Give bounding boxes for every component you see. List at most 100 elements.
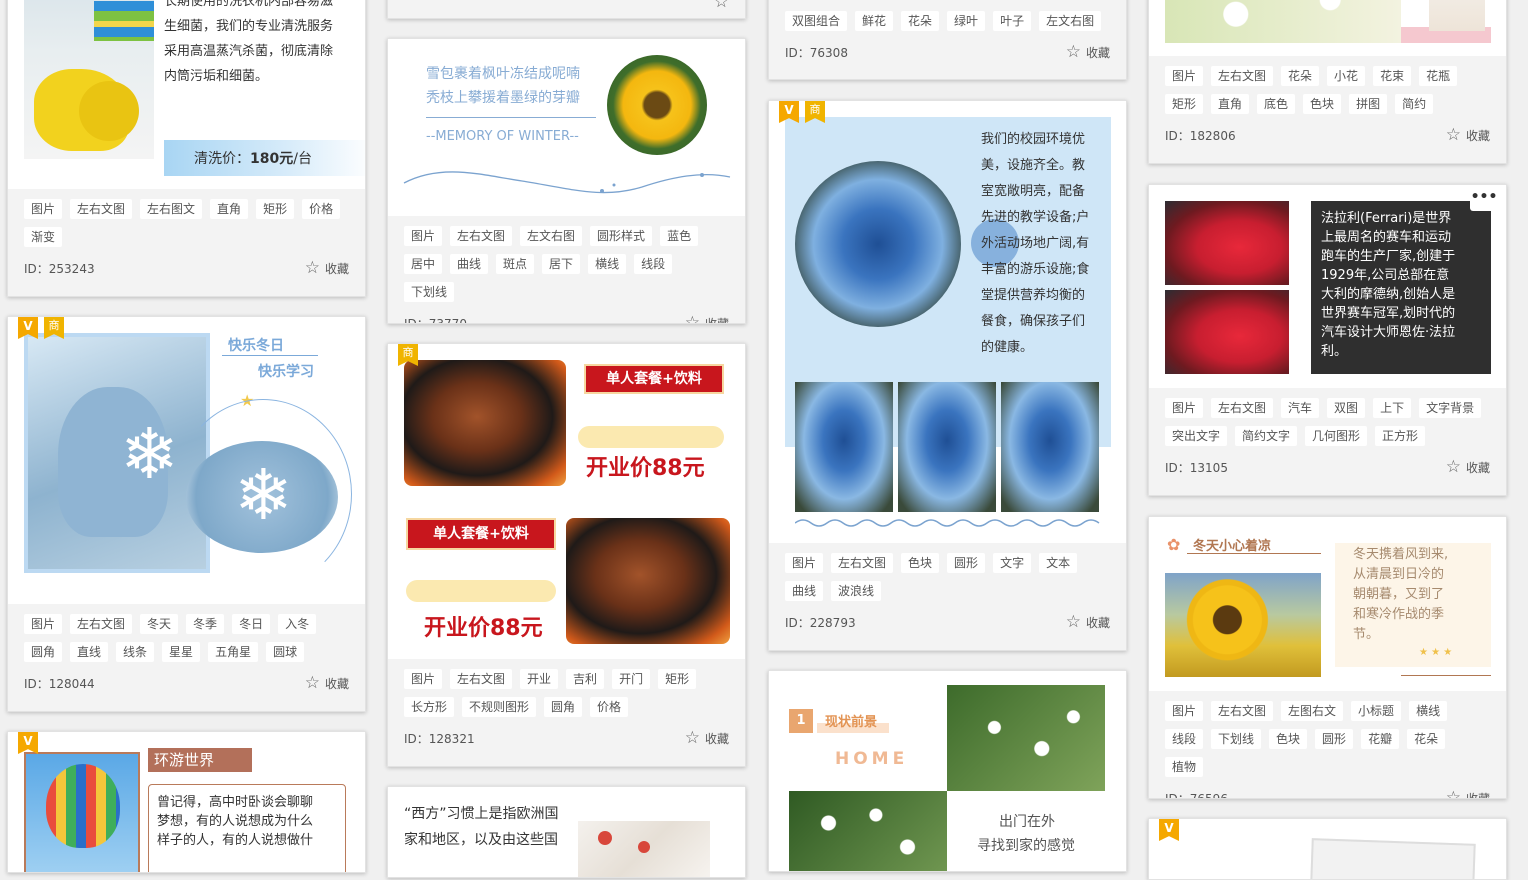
tag[interactable]: 价格	[302, 199, 341, 219]
tag[interactable]: 文字背景	[1419, 398, 1482, 418]
template-card-winter-memory[interactable]: 雪包裹着枫叶冻结成呢喃 秃枝上攀援着墨绿的芽瓣 --MEMORY OF WINT…	[387, 38, 746, 324]
tag[interactable]: 波浪线	[831, 581, 882, 601]
more-options-button[interactable]: •••	[1470, 190, 1498, 211]
template-card-travel[interactable]: V 环游世界 曾记得，高中时卧谈会聊聊 梦想，有的人说想成为什么 样子的人，有的…	[7, 731, 366, 873]
tag[interactable]: 横线	[1409, 701, 1448, 721]
tag[interactable]: 圆形	[947, 553, 986, 573]
tag[interactable]: 下划线	[1211, 729, 1262, 749]
tag[interactable]: 简约文字	[1235, 426, 1298, 446]
tag[interactable]: 居下	[542, 254, 581, 274]
card-preview[interactable]: 单人套餐+饮料 开业价88元 单人套餐+饮料 开业价88元	[388, 344, 745, 659]
tag[interactable]: 图片	[24, 199, 63, 219]
tag[interactable]: 价格	[590, 697, 629, 717]
template-card-flower-vase[interactable]: 图片 左右文图 花朵 小花 花束 花瓶 矩形 直角 底色 色块 拼图 简约 ID…	[1148, 0, 1507, 164]
tag[interactable]: 左右文图	[70, 199, 133, 219]
tag[interactable]: 色块	[1303, 94, 1342, 114]
tag[interactable]: 左右文图	[1211, 701, 1274, 721]
tag[interactable]: 植物	[1165, 757, 1204, 777]
tag[interactable]: 五角星	[208, 642, 259, 662]
tag[interactable]: 圆形样式	[590, 226, 653, 246]
tag[interactable]: 线段	[1165, 729, 1204, 749]
tag[interactable]: 图片	[785, 553, 824, 573]
tag[interactable]: 圆角	[544, 697, 583, 717]
template-card-cleaning[interactable]: 长期使用的洗衣机内部容易滋 生细菌，我们的专业清洗服务 采用高温蒸汽杀菌，彻底清…	[7, 0, 366, 297]
tag[interactable]: 开门	[612, 669, 651, 689]
tag[interactable]: 文字	[993, 553, 1032, 573]
tag[interactable]: 拼图	[1349, 94, 1388, 114]
tag[interactable]: 花朵	[901, 11, 940, 31]
tag[interactable]: 左文右图	[520, 226, 583, 246]
template-card-winter-cold[interactable]: ✿ 冬天小心着凉 冬天携着风到来, 从清晨到日冷的 朝朝暮，又到了 和寒冷作战的…	[1148, 516, 1507, 799]
tag[interactable]: 花朵	[1281, 66, 1320, 86]
tag[interactable]: 居中	[404, 254, 443, 274]
tag[interactable]: 几何图形	[1305, 426, 1368, 446]
tag[interactable]: 图片	[1165, 398, 1204, 418]
tag[interactable]: 冬日	[232, 614, 271, 634]
tag[interactable]: 花朵	[1407, 729, 1446, 749]
tag[interactable]: 斑点	[496, 254, 535, 274]
tag[interactable]: 星星	[162, 642, 201, 662]
tag[interactable]: 图片	[1165, 701, 1204, 721]
tag[interactable]: 矩形	[256, 199, 295, 219]
tag[interactable]: 叶子	[993, 11, 1032, 31]
tag[interactable]: 简约	[1395, 94, 1434, 114]
tag[interactable]: 曲线	[785, 581, 824, 601]
tag[interactable]: 图片	[1165, 66, 1204, 86]
template-card-flower-pair[interactable]: 双图组合 鲜花 花朵 绿叶 叶子 左文右图 ID：76308 ☆ 收藏	[768, 0, 1127, 80]
tag[interactable]: 小花	[1327, 66, 1366, 86]
tag[interactable]: 不规则图形	[462, 697, 537, 717]
tag[interactable]: 左右文图	[831, 553, 894, 573]
tag[interactable]: 花瓶	[1419, 66, 1458, 86]
card-preview[interactable]: 我们的校园环境优 美，设施齐全。教 室宽敞明亮，配备 先进的教学设备;户 外活动…	[769, 101, 1126, 543]
tag[interactable]: 图片	[404, 226, 443, 246]
tag[interactable]: 矩形	[658, 669, 697, 689]
template-card-bottom[interactable]: V	[1148, 818, 1507, 880]
tag[interactable]: 圆形	[1315, 729, 1354, 749]
card-preview[interactable]: 长期使用的洗衣机内部容易滋 生细菌，我们的专业清洗服务 采用高温蒸汽杀菌，彻底清…	[8, 0, 365, 189]
favorite-button[interactable]: ☆ 收藏	[1446, 459, 1490, 476]
tag[interactable]: 入冬	[278, 614, 317, 634]
template-card-west[interactable]: “西方”习惯上是指欧洲国 家和地区，以及由这些国	[387, 786, 746, 878]
card-preview[interactable]: ✿ 冬天小心着凉 冬天携着风到来, 从清晨到日冷的 朝朝暮，又到了 和寒冷作战的…	[1149, 517, 1506, 691]
tag[interactable]: 开业	[520, 669, 559, 689]
tag[interactable]: 左右文图	[1211, 398, 1274, 418]
tag[interactable]: 左右文图	[1211, 66, 1274, 86]
card-preview[interactable]	[1149, 0, 1506, 56]
tag[interactable]: 线段	[634, 254, 673, 274]
favorite-button[interactable]: ☆ 收藏	[1446, 127, 1490, 144]
favorite-button[interactable]: ☆ 收藏	[1446, 790, 1490, 799]
tag[interactable]: 左图右文	[1281, 701, 1344, 721]
template-card-winter[interactable]: V 商 ❄ 快乐冬日 快乐学习 ★ ❄ 图片 左右文图 冬天 冬季 冬日 入冬 …	[7, 316, 366, 712]
card-preview[interactable]	[1149, 819, 1506, 879]
tag[interactable]: 色块	[901, 553, 940, 573]
tag[interactable]: 左右文图	[450, 669, 513, 689]
card-preview[interactable]: ❄ 快乐冬日 快乐学习 ★ ❄	[8, 317, 365, 604]
tag[interactable]: 渐变	[24, 227, 63, 247]
template-card-campus[interactable]: V 商 我们的校园环境优 美，设施齐全。教 室宽敞明亮，配备 先进的教学设备;户…	[768, 100, 1127, 651]
tag[interactable]: 冬季	[186, 614, 225, 634]
card-preview[interactable]: 法拉利(Ferrari)是世界 上最周名的赛车和运动 跑车的生产厂家,创建于 1…	[1149, 185, 1506, 388]
tag[interactable]: 冬天	[140, 614, 179, 634]
favorite-button[interactable]: ☆ 收藏	[305, 675, 349, 692]
favorite-button[interactable]: ☆ 收藏	[305, 260, 349, 277]
tag[interactable]: 矩形	[1165, 94, 1204, 114]
tag[interactable]: 线条	[116, 642, 155, 662]
template-card-opening-price[interactable]: 商 单人套餐+饮料 开业价88元 单人套餐+饮料 开业价88元 图片 左右文图 …	[387, 343, 746, 767]
tag[interactable]: 下划线	[404, 282, 455, 302]
tag[interactable]: 文本	[1039, 553, 1078, 573]
tag[interactable]: 曲线	[450, 254, 489, 274]
tag[interactable]: 上下	[1373, 398, 1412, 418]
tag[interactable]: 鲜花	[855, 11, 894, 31]
tag[interactable]: 双图	[1327, 398, 1366, 418]
tag[interactable]: 突出文字	[1165, 426, 1228, 446]
tag[interactable]: 小标题	[1351, 701, 1402, 721]
tag[interactable]: 色块	[1269, 729, 1308, 749]
tag[interactable]: 左文右图	[1039, 11, 1102, 31]
tag[interactable]: 汽车	[1281, 398, 1320, 418]
tag[interactable]: 吉利	[566, 669, 605, 689]
favorite-button[interactable]: ☆ 收藏	[1066, 614, 1110, 631]
tag[interactable]: 绿叶	[947, 11, 986, 31]
tag[interactable]: 花束	[1373, 66, 1412, 86]
favorite-button[interactable]: ☆	[714, 0, 729, 11]
tag[interactable]: 花瓣	[1361, 729, 1400, 749]
